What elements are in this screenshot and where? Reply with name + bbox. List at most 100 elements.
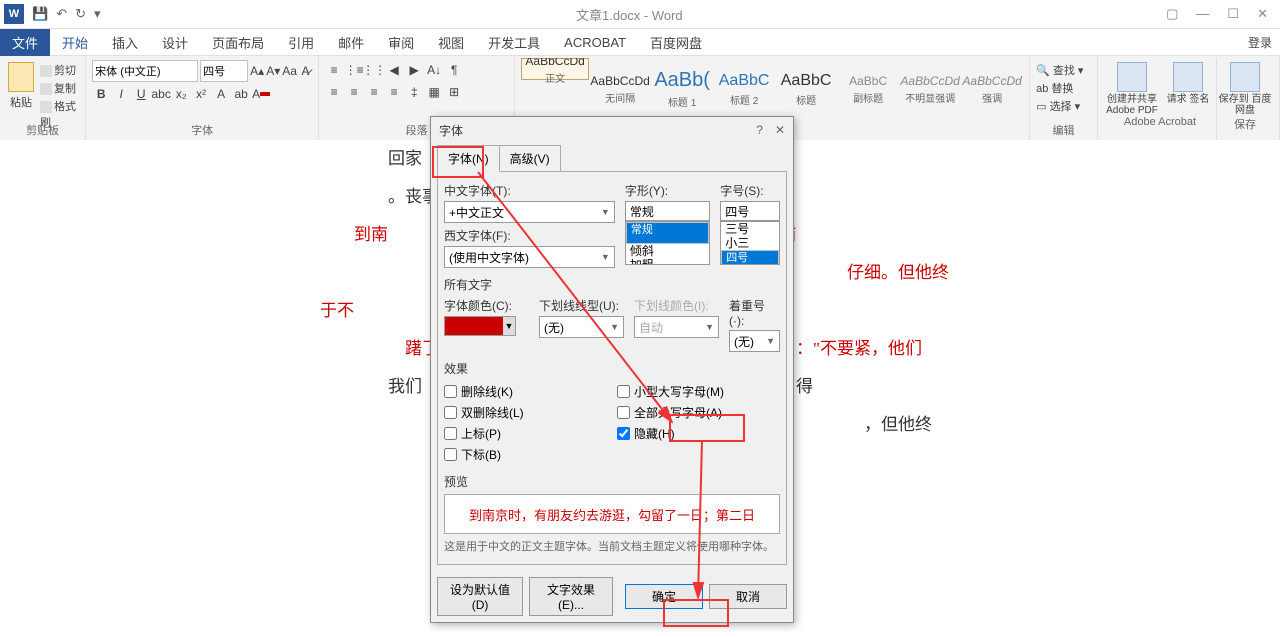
- show-marks-button[interactable]: ¶: [445, 60, 463, 80]
- ucolor-combo: 自动▼: [634, 316, 719, 338]
- justify-button[interactable]: ≡: [385, 82, 403, 102]
- find-button[interactable]: 🔍 查找 ▾: [1036, 62, 1091, 78]
- increase-indent-button[interactable]: ▶: [405, 60, 423, 80]
- dialog-tab-advanced[interactable]: 高级(V): [499, 145, 561, 172]
- change-case-button[interactable]: Aa: [282, 61, 297, 81]
- emphasis-combo[interactable]: (无)▼: [729, 330, 780, 352]
- save-baidu-button[interactable]: 保存到 百度网盘: [1217, 62, 1273, 116]
- align-center-button[interactable]: ≡: [345, 82, 363, 102]
- increase-font-button[interactable]: A▴: [250, 61, 264, 81]
- tab-developer[interactable]: 开发工具: [476, 29, 552, 56]
- cnfont-combo[interactable]: +中文正文▼: [444, 201, 615, 223]
- smallcaps-checkbox[interactable]: 小型大写字母(M): [617, 383, 780, 400]
- ribbon-options-icon[interactable]: ▢: [1158, 4, 1186, 24]
- dialog-title: 字体: [439, 122, 463, 139]
- dialog-help-button[interactable]: ?: [756, 123, 763, 137]
- font-color-button[interactable]: A: [252, 84, 270, 104]
- align-left-button[interactable]: ≡: [325, 82, 343, 102]
- qat-save[interactable]: 💾: [32, 6, 48, 22]
- superscript-checkbox[interactable]: 上标(P): [444, 425, 607, 442]
- wfont-label: 西文字体(F):: [444, 227, 615, 244]
- paste-icon: [8, 62, 34, 92]
- maximize-button[interactable]: ☐: [1219, 4, 1247, 24]
- text-effects-button[interactable]: A: [212, 84, 230, 104]
- font-family-select[interactable]: [92, 60, 198, 82]
- minimize-button[interactable]: —: [1188, 4, 1217, 24]
- size-input[interactable]: 四号: [720, 201, 780, 221]
- subscript-checkbox[interactable]: 下标(B): [444, 446, 607, 463]
- allcaps-checkbox[interactable]: 全部大写字母(A): [617, 404, 780, 421]
- style-nospacing[interactable]: AaBbCcDd无间隔: [589, 58, 651, 120]
- sort-button[interactable]: A↓: [425, 60, 443, 80]
- hidden-checkbox[interactable]: 隐藏(H): [617, 425, 780, 442]
- paste-button[interactable]: 粘贴: [6, 58, 36, 120]
- qat-more[interactable]: ▾: [94, 6, 101, 22]
- style-emphasis[interactable]: AaBbCcDd强调: [961, 58, 1023, 120]
- numbering-button[interactable]: ⋮≡: [345, 60, 363, 80]
- borders-button[interactable]: ⊞: [445, 82, 463, 102]
- tab-references[interactable]: 引用: [276, 29, 326, 56]
- line-spacing-button[interactable]: ‡: [405, 82, 423, 102]
- tab-review[interactable]: 审阅: [376, 29, 426, 56]
- wfont-combo[interactable]: (使用中文字体)▼: [444, 246, 615, 268]
- clear-format-button[interactable]: A̷: [299, 61, 312, 81]
- group-label-edit: 编辑: [1036, 122, 1091, 140]
- styles-gallery[interactable]: AaBbCcDd正文 AaBbCcDd无间隔 AaBb(标题 1 AaBbC标题…: [521, 58, 1023, 120]
- strike-checkbox[interactable]: 删除线(K): [444, 383, 607, 400]
- cut-button[interactable]: 剪切: [40, 62, 79, 78]
- style-heading1[interactable]: AaBb(标题 1: [651, 58, 713, 120]
- style-input[interactable]: 常规: [625, 201, 710, 221]
- size-listbox[interactable]: 三号 小三 四号: [720, 221, 780, 265]
- select-button[interactable]: ▭ 选择 ▾: [1036, 98, 1091, 114]
- highlight-button[interactable]: ab: [232, 84, 250, 104]
- set-default-button[interactable]: 设为默认值(D): [437, 577, 523, 616]
- style-title[interactable]: AaBbC标题: [775, 58, 837, 120]
- multilevel-button[interactable]: ⋮⋮: [365, 60, 383, 80]
- style-subtitle[interactable]: AaBbC副标题: [837, 58, 899, 120]
- decrease-indent-button[interactable]: ◀: [385, 60, 403, 80]
- text-effects-button-dlg[interactable]: 文字效果(E)...: [529, 577, 613, 616]
- tab-home[interactable]: 开始: [50, 29, 100, 56]
- cancel-button[interactable]: 取消: [709, 584, 787, 609]
- style-normal[interactable]: AaBbCcDd正文: [521, 58, 589, 80]
- dstrike-checkbox[interactable]: 双删除线(L): [444, 404, 607, 421]
- ok-button[interactable]: 确定: [625, 584, 703, 609]
- font-size-select[interactable]: [200, 60, 248, 82]
- superscript-button[interactable]: x²: [192, 84, 210, 104]
- shading-button[interactable]: ▦: [425, 82, 443, 102]
- fontcolor-combo[interactable]: ▼: [444, 316, 516, 336]
- preview-box: 到南京时，有朋友约去游逛，勾留了一日；第二日: [444, 494, 780, 534]
- qat-undo[interactable]: ↶: [56, 6, 67, 22]
- close-button[interactable]: ✕: [1249, 4, 1276, 24]
- bullets-button[interactable]: ≡: [325, 60, 343, 80]
- copy-button[interactable]: 复制: [40, 80, 79, 96]
- dialog-close-button[interactable]: ✕: [775, 123, 785, 137]
- request-sign-button[interactable]: 请求 签名: [1160, 62, 1216, 116]
- tab-design[interactable]: 设计: [150, 29, 200, 56]
- tab-mail[interactable]: 邮件: [326, 29, 376, 56]
- strikethrough-button[interactable]: abc: [152, 84, 170, 104]
- create-pdf-button[interactable]: 创建并共享 Adobe PDF: [1104, 62, 1160, 116]
- underline-combo[interactable]: (无)▼: [539, 316, 624, 338]
- style-subtle[interactable]: AaBbCcDd不明显强调: [899, 58, 961, 120]
- tab-file[interactable]: 文件: [0, 29, 50, 56]
- word-icon: W: [4, 4, 24, 24]
- subscript-button[interactable]: x₂: [172, 84, 190, 104]
- decrease-font-button[interactable]: A▾: [266, 61, 280, 81]
- tab-acrobat[interactable]: ACROBAT: [552, 31, 638, 54]
- dialog-tab-font[interactable]: 字体(N): [437, 145, 500, 172]
- tab-view[interactable]: 视图: [426, 29, 476, 56]
- tab-insert[interactable]: 插入: [100, 29, 150, 56]
- italic-button[interactable]: I: [112, 84, 130, 104]
- bold-button[interactable]: B: [92, 84, 110, 104]
- style-heading2[interactable]: AaBbC标题 2: [713, 58, 775, 120]
- style-listbox[interactable]: 常规 倾斜 加粗: [625, 221, 710, 265]
- font-dialog: 字体 ? ✕ 字体(N) 高级(V) 中文字体(T): +中文正文▼ 西文字体(…: [430, 116, 794, 623]
- underline-button[interactable]: U: [132, 84, 150, 104]
- align-right-button[interactable]: ≡: [365, 82, 383, 102]
- tab-layout[interactable]: 页面布局: [200, 29, 276, 56]
- login-link[interactable]: 登录: [1248, 34, 1280, 51]
- tab-baidu[interactable]: 百度网盘: [638, 29, 714, 56]
- qat-redo[interactable]: ↻: [75, 6, 86, 22]
- replace-button[interactable]: ab 替换: [1036, 80, 1091, 96]
